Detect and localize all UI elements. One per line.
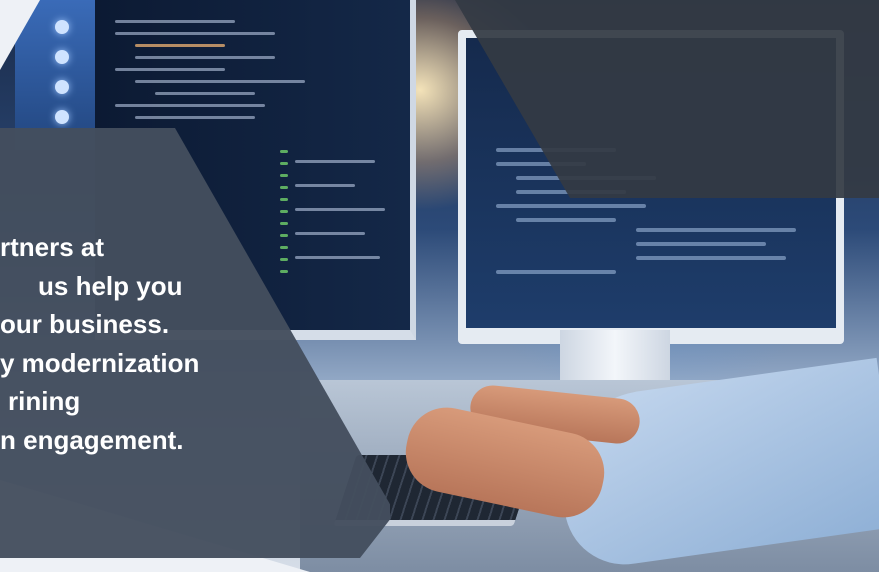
rack-light: [55, 20, 69, 34]
rack-light: [55, 50, 69, 64]
blurb-line: our business.: [0, 309, 170, 339]
blurb-line: us help you: [38, 270, 183, 301]
blurb-line: rining: [8, 386, 81, 416]
blurb-line: y modernization: [0, 347, 200, 378]
rack-light: [55, 80, 69, 94]
partner-blurb: rtners at us help you our business. y mo…: [0, 228, 330, 459]
blurb-line: rtners at: [0, 232, 105, 262]
rack-light: [55, 110, 69, 124]
blurb-line: n engagement.: [0, 424, 184, 455]
